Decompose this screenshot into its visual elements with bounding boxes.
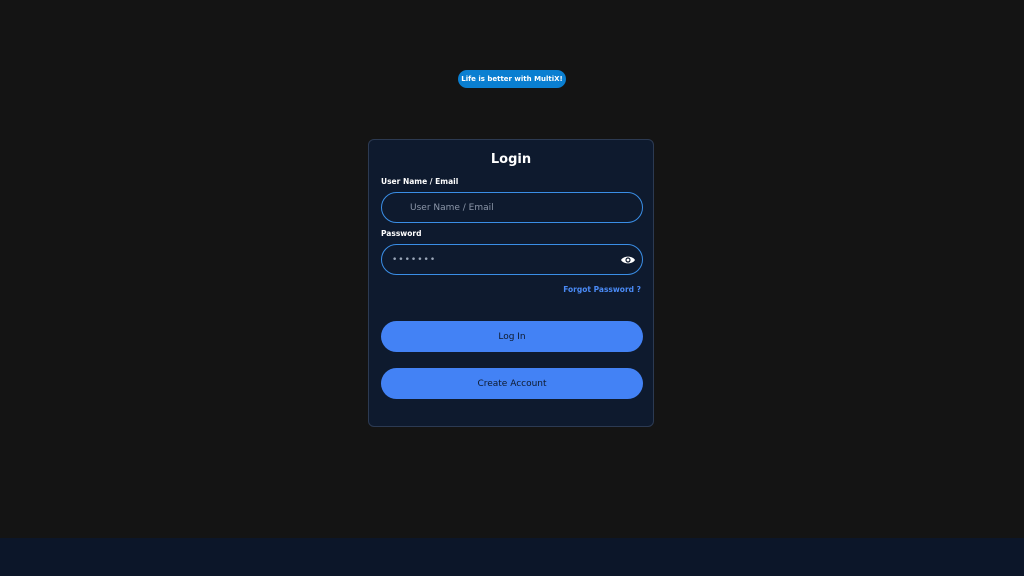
username-input[interactable]: [410, 193, 630, 222]
password-field-wrap: [381, 244, 643, 275]
login-title: Login: [490, 152, 532, 167]
page: Life is better with MultiX! Login User N…: [0, 0, 1024, 576]
footer-band: [0, 538, 1024, 576]
password-label: Password: [381, 229, 422, 238]
login-button[interactable]: Log In: [381, 321, 643, 352]
username-label: User Name / Email: [381, 177, 459, 186]
password-input[interactable]: [392, 245, 612, 274]
tagline-badge: Life is better with MultiX!: [458, 70, 566, 88]
forgot-password-link[interactable]: Forgot Password ?: [563, 285, 641, 294]
eye-icon[interactable]: [620, 252, 636, 268]
login-card: Login User Name / Email Password Forgot …: [368, 139, 654, 427]
username-field-wrap: [381, 192, 643, 223]
create-account-button[interactable]: Create Account: [381, 368, 643, 399]
